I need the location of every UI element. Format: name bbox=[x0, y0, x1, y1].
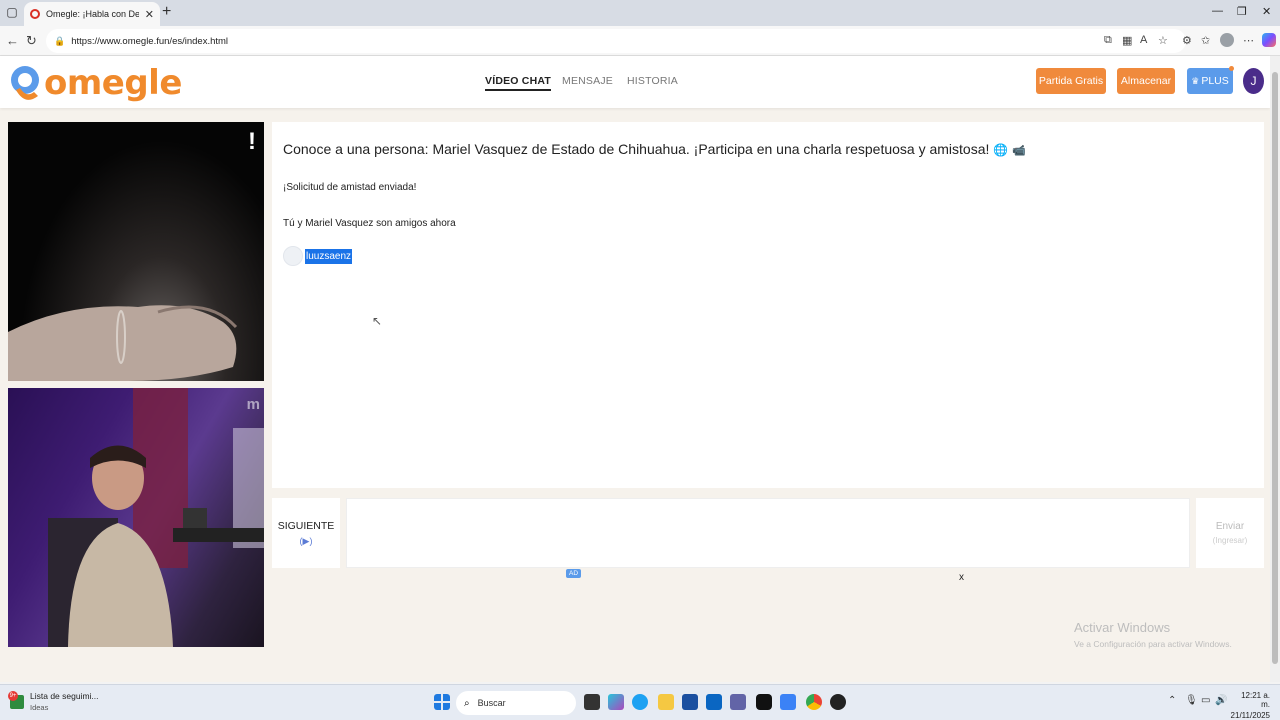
edge-browser-icon[interactable] bbox=[632, 694, 648, 710]
omegle-favicon-icon bbox=[30, 9, 40, 19]
extensions-icon[interactable]: ⚙ bbox=[1182, 34, 1192, 47]
widget-subtitle: Ideas bbox=[30, 703, 49, 712]
file-explorer-icon[interactable] bbox=[658, 694, 674, 710]
grid-icon[interactable]: ▦ bbox=[1122, 34, 1132, 47]
send-hint: (Ingresar) bbox=[1212, 536, 1248, 545]
browser-tab-bar: ▢ Omegle: ¡Habla con Descono... ✕ + — ❐ … bbox=[0, 0, 1280, 26]
copilot-icon[interactable] bbox=[1262, 33, 1276, 47]
more-menu-icon[interactable]: ⋯ bbox=[1243, 34, 1254, 47]
notification-dot bbox=[1229, 66, 1234, 71]
minimize-icon[interactable]: — bbox=[1212, 5, 1223, 17]
browser-tab[interactable]: Omegle: ¡Habla con Descono... ✕ bbox=[24, 2, 160, 26]
tab-close-icon[interactable]: ✕ bbox=[145, 8, 154, 21]
profile-avatar-icon[interactable] bbox=[1220, 33, 1234, 47]
next-label: SIGUIENTE bbox=[277, 519, 335, 532]
message-input[interactable] bbox=[346, 498, 1190, 568]
favorite-star-icon[interactable]: ☆ bbox=[1158, 34, 1168, 47]
self-camera-image bbox=[48, 388, 264, 647]
tab-actions-icon[interactable]: ▢ bbox=[5, 5, 19, 19]
system-clock[interactable]: 12:21 a. m. 21/11/2025 bbox=[1230, 691, 1270, 720]
plus-button[interactable]: ♛ PLUS bbox=[1187, 68, 1233, 94]
chat-user-row[interactable]: luuzsaenz bbox=[283, 246, 353, 266]
teams-icon[interactable] bbox=[730, 694, 746, 710]
app-icon-dark[interactable] bbox=[830, 694, 846, 710]
free-match-button[interactable]: Partida Gratis bbox=[1036, 68, 1106, 94]
favorites-icon[interactable]: ✩ bbox=[1201, 34, 1210, 47]
store-app-icon[interactable] bbox=[682, 694, 698, 710]
restore-icon[interactable]: ❐ bbox=[1237, 5, 1247, 18]
chat-username[interactable]: luuzsaenz bbox=[305, 248, 353, 264]
nav-message[interactable]: MENSAJE bbox=[562, 75, 613, 87]
outlook-icon[interactable] bbox=[706, 694, 722, 710]
camera-icon: 📹 bbox=[1012, 145, 1026, 157]
watchlist-widget[interactable]: 9+ Lista de seguimi... Ideas bbox=[8, 690, 99, 712]
url-text: https://www.omegle.fun/es/index.html bbox=[71, 35, 229, 47]
refresh-icon[interactable]: ↻ bbox=[26, 33, 37, 49]
address-bar[interactable]: 🔒 https://www.omegle.fun/es/index.html bbox=[46, 29, 1186, 53]
report-alert-icon[interactable]: ! bbox=[248, 128, 256, 156]
windows-taskbar: 9+ Lista de seguimi... Ideas ⌕ Buscar ⌃ … bbox=[0, 684, 1280, 720]
microphone-icon[interactable]: 🎙 bbox=[1185, 695, 1198, 706]
nav-video-chat[interactable]: VÍDEO CHAT bbox=[485, 75, 551, 91]
play-icon: (▶) bbox=[299, 535, 313, 546]
friend-request-message: ¡Solicitud de amistad enviada! bbox=[283, 182, 417, 193]
stranger-video: ! bbox=[8, 122, 264, 381]
network-icon[interactable]: ▭ bbox=[1201, 695, 1210, 706]
crown-icon: ♛ bbox=[1191, 75, 1200, 86]
volume-icon[interactable]: 🔊 bbox=[1215, 695, 1227, 706]
friends-now-message: Tú y Mariel Vasquez son amigos ahora bbox=[283, 218, 456, 229]
omegle-logo[interactable]: omegle bbox=[8, 60, 182, 104]
widget-badge: 9+ bbox=[8, 690, 18, 701]
lock-icon: 🔒 bbox=[54, 35, 66, 46]
ad-close-button[interactable]: x bbox=[959, 572, 964, 583]
app-icon[interactable]: ⧉ bbox=[1104, 34, 1112, 47]
stocks-icon: 9+ bbox=[8, 690, 24, 709]
scrollbar-thumb[interactable] bbox=[1272, 72, 1278, 664]
clock-time: 12:21 a. m. bbox=[1241, 691, 1270, 709]
browser-toolbar: ← ↻ 🔒 https://www.omegle.fun/es/index.ht… bbox=[0, 26, 1280, 56]
next-button[interactable]: SIGUIENTE (▶) bbox=[272, 498, 340, 568]
activate-subtitle: Ve a Configuración para activar Windows. bbox=[1074, 639, 1232, 649]
stranger-hand-image bbox=[8, 305, 238, 381]
windows-start-icon[interactable] bbox=[434, 694, 450, 710]
clock-date: 21/11/2025 bbox=[1230, 711, 1270, 720]
read-aloud-icon[interactable]: A bbox=[1140, 34, 1147, 46]
send-button[interactable]: Enviar (Ingresar) bbox=[1196, 498, 1264, 568]
user-avatar-icon bbox=[283, 246, 303, 266]
taskbar-search[interactable]: ⌕ Buscar bbox=[456, 691, 576, 715]
send-label: Enviar bbox=[1215, 521, 1245, 532]
chat-log: Conoce a una persona: Mariel Vasquez de … bbox=[272, 122, 1264, 488]
tray-overflow-icon[interactable]: ⌃ bbox=[1168, 695, 1176, 706]
globe-icon: 🌐 bbox=[993, 143, 1009, 157]
nav-history[interactable]: HISTORIA bbox=[627, 75, 678, 87]
app-icon-blue[interactable] bbox=[780, 694, 796, 710]
site-header: omegle VÍDEO CHAT MENSAJE HISTORIA Parti… bbox=[0, 56, 1270, 108]
page-scrollbar[interactable] bbox=[1270, 56, 1280, 682]
plus-label: PLUS bbox=[1201, 75, 1229, 87]
store-button[interactable]: Almacenar bbox=[1117, 68, 1175, 94]
chat-intro-line: Conoce a una persona: Mariel Vasquez de … bbox=[283, 141, 1026, 157]
search-icon: ⌕ bbox=[464, 697, 470, 709]
mouse-cursor-icon: ↖ bbox=[372, 314, 383, 328]
widget-title: Lista de seguimi... bbox=[30, 691, 99, 701]
back-icon[interactable]: ← bbox=[6, 33, 19, 48]
omegle-page: omegle VÍDEO CHAT MENSAJE HISTORIA Parti… bbox=[0, 56, 1270, 682]
search-label: Buscar bbox=[477, 698, 506, 708]
tiktok-icon[interactable] bbox=[756, 694, 772, 710]
activate-windows-watermark: Activar Windows Ve a Configuración para … bbox=[1074, 620, 1232, 649]
chrome-icon[interactable] bbox=[806, 694, 822, 710]
self-video: m bbox=[8, 388, 264, 647]
user-avatar[interactable]: J bbox=[1243, 68, 1264, 94]
omegle-logo-icon bbox=[11, 66, 39, 100]
tab-title: Omegle: ¡Habla con Descono... bbox=[46, 9, 139, 19]
chat-intro-text: Conoce a una persona: Mariel Vasquez de … bbox=[283, 141, 990, 157]
ad-badge: AD bbox=[566, 569, 582, 578]
activate-title: Activar Windows bbox=[1074, 620, 1171, 635]
camera-watermark: m bbox=[246, 396, 260, 413]
new-tab-icon[interactable]: + bbox=[162, 3, 171, 21]
copilot-app-icon[interactable] bbox=[608, 694, 624, 710]
logo-text: omegle bbox=[44, 63, 182, 103]
task-view-icon[interactable] bbox=[584, 694, 600, 710]
window-close-icon[interactable]: ✕ bbox=[1262, 5, 1271, 18]
